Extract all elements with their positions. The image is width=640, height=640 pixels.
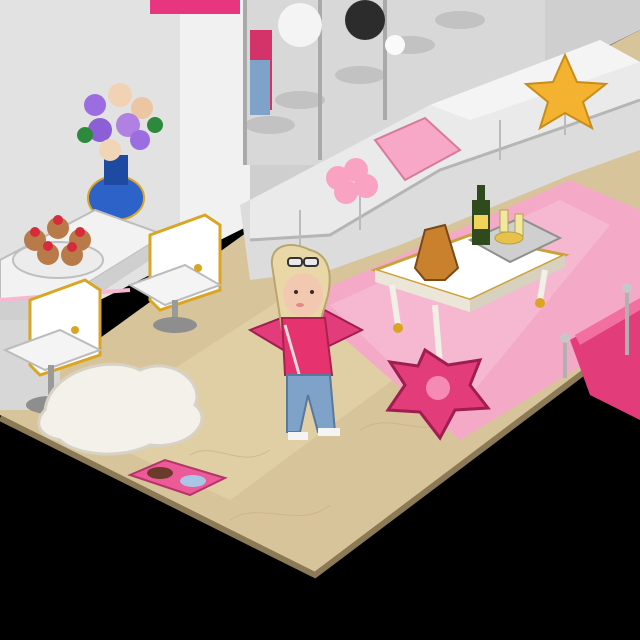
cabinet-dark-item-icon <box>345 0 385 40</box>
cabinet-bunny-icon <box>385 35 405 55</box>
wall-pink-trim <box>150 0 240 14</box>
game-viewport[interactable] <box>0 0 640 640</box>
cabinet-fur-icon <box>278 3 322 47</box>
room-canvas[interactable] <box>0 0 640 640</box>
